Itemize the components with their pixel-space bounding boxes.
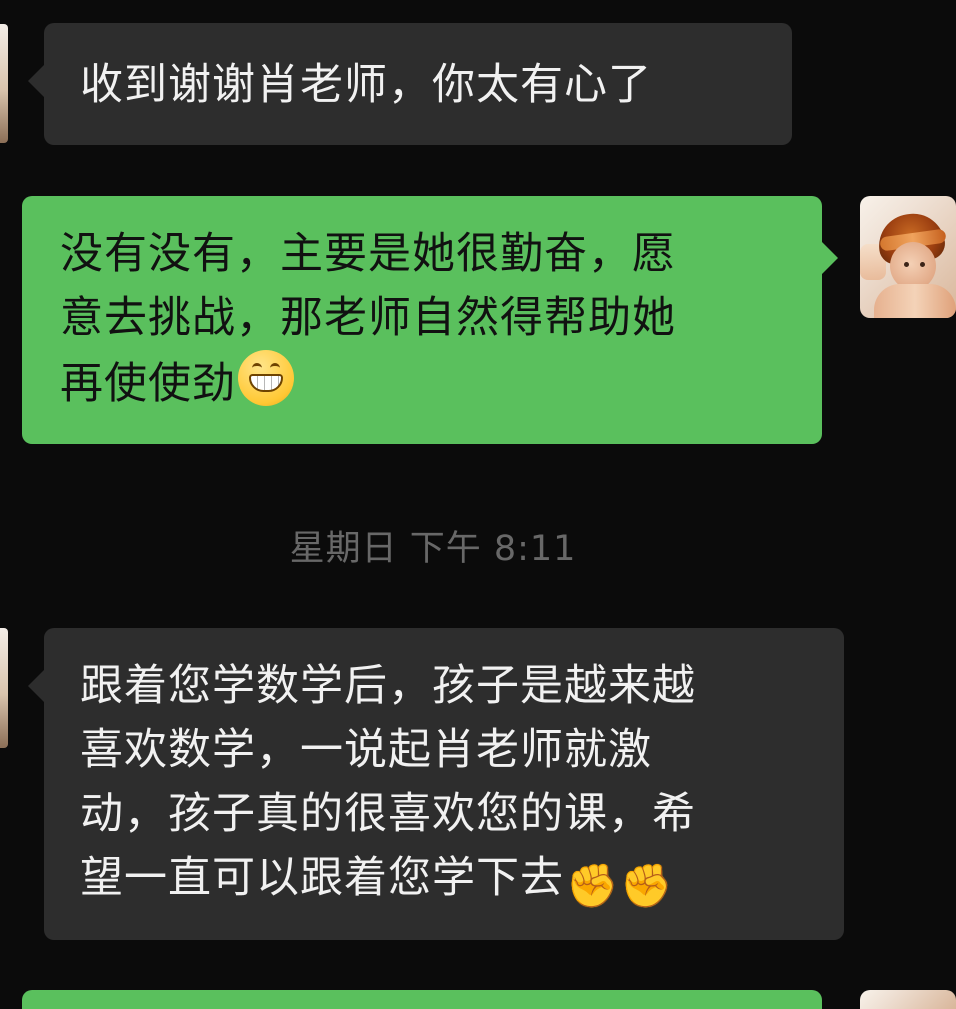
contact-avatar-partial[interactable] xyxy=(0,24,8,143)
message-text-content: 没有没有，主要是她很勤奋，愿 意去挑战，那老师自然得帮助她 再使使劲 xyxy=(60,229,676,409)
bubble-tail-icon xyxy=(28,670,44,702)
message-timestamp: 星期日 下午 8:11 xyxy=(289,529,577,569)
outgoing-message-bubble[interactable]: 没有没有，主要是她很勤奋，愿 意去挑战，那老师自然得帮助她 再使使劲 xyxy=(22,196,838,444)
avatar-photo-shape xyxy=(874,284,956,318)
raised-fist-icon: ✊ xyxy=(566,861,620,910)
bubble-tail-icon xyxy=(822,242,838,274)
contact-avatar-partial[interactable] xyxy=(0,628,8,748)
avatar-photo-shape xyxy=(890,242,936,290)
raised-fist-icon: ✊ xyxy=(620,861,674,910)
message-text: 没有没有，主要是她很勤奋，愿 意去挑战，那老师自然得帮助她 再使使劲 xyxy=(60,222,790,416)
avatar-photo-shape xyxy=(904,262,909,267)
user-avatar-partial[interactable] xyxy=(860,990,956,1009)
incoming-message-bubble[interactable]: 收到谢谢肖老师，你太有心了 xyxy=(28,23,792,145)
message-text: 收到谢谢肖老师，你太有心了 xyxy=(80,60,652,110)
bubble-tail-icon xyxy=(28,65,44,97)
chat-thread: 收到谢谢肖老师，你太有心了 没有没有，主要是她很勤奋，愿 意去挑战，那老师自然得… xyxy=(0,0,956,1009)
avatar-photo-shape xyxy=(920,262,925,267)
incoming-message-bubble[interactable]: 跟着您学数学后，孩子是越来越 喜欢数学，一说起肖老师就激 动，孩子真的很喜欢您的… xyxy=(28,628,844,940)
outgoing-message-bubble-partial[interactable] xyxy=(22,990,822,1009)
user-avatar[interactable] xyxy=(860,196,956,318)
message-text: 跟着您学数学后，孩子是越来越 喜欢数学，一说起肖老师就激 动，孩子真的很喜欢您的… xyxy=(80,654,808,911)
grinning-face-icon xyxy=(238,350,294,406)
